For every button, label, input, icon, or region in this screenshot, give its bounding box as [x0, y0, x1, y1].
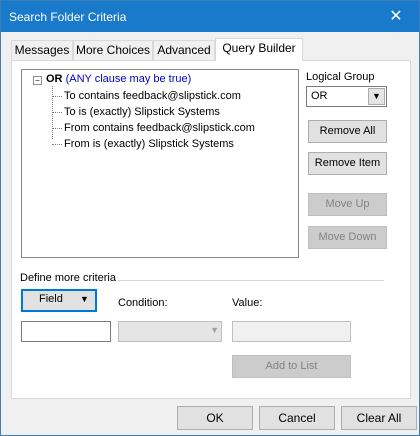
condition-label: Condition: [118, 297, 168, 309]
window-title: Search Folder Criteria [9, 10, 127, 24]
root-description: (ANY clause may be true) [65, 73, 192, 85]
tree-item-label: From is (exactly) Slipstick Systems [64, 138, 234, 150]
title-bar: Search Folder Criteria ✕ [1, 1, 419, 32]
logical-group-select[interactable]: OR ▼ [306, 86, 387, 107]
value-input[interactable] [232, 321, 351, 342]
remove-item-button[interactable]: Remove Item [308, 152, 387, 175]
cancel-button[interactable]: Cancel [259, 406, 335, 430]
logical-group-value: OR [311, 90, 328, 102]
search-folder-criteria-dialog: Search Folder Criteria ✕ Messages More C… [0, 0, 420, 436]
tree-item-label: To is (exactly) Slipstick Systems [64, 106, 220, 118]
chevron-down-icon: ▼ [210, 325, 219, 335]
root-operator: OR [46, 73, 63, 85]
tree-item[interactable]: From contains feedback@slipstick.com [52, 122, 255, 134]
clear-all-button[interactable]: Clear All [341, 406, 417, 430]
field-input[interactable] [21, 321, 111, 342]
tree-item[interactable]: From is (exactly) Slipstick Systems [52, 138, 234, 150]
close-icon[interactable]: ✕ [373, 1, 419, 32]
move-up-button[interactable]: Move Up [308, 193, 387, 216]
tab-more-choices[interactable]: More Choices [73, 40, 153, 60]
condition-select[interactable]: ▼ [118, 321, 222, 342]
logical-group-label: Logical Group [306, 71, 375, 83]
ok-button[interactable]: OK [177, 406, 253, 430]
field-button-label: Field [39, 293, 63, 305]
tab-query-builder[interactable]: Query Builder [215, 38, 303, 61]
tree-item[interactable]: To is (exactly) Slipstick Systems [52, 106, 220, 118]
criteria-tree[interactable]: − OR (ANY clause may be true) To contain… [21, 69, 299, 258]
tree-item[interactable]: To contains feedback@slipstick.com [52, 90, 241, 102]
tree-item-label: From contains feedback@slipstick.com [64, 122, 255, 134]
move-down-button[interactable]: Move Down [308, 226, 387, 249]
define-criteria-label: Define more criteria [20, 272, 116, 284]
triangle-down-icon: ▼ [80, 294, 89, 304]
tab-advanced[interactable]: Advanced [153, 40, 215, 60]
add-to-list-button[interactable]: Add to List [232, 355, 351, 378]
group-divider [118, 280, 384, 281]
chevron-down-icon: ▼ [368, 88, 385, 105]
field-dropdown-button[interactable]: Field ▼ [21, 289, 97, 312]
tree-item-label: To contains feedback@slipstick.com [64, 90, 241, 102]
remove-all-button[interactable]: Remove All [308, 120, 387, 143]
collapse-icon[interactable]: − [33, 76, 42, 85]
tree-root-or[interactable]: OR (ANY clause may be true) [46, 73, 191, 85]
tab-messages[interactable]: Messages [11, 40, 73, 60]
query-builder-panel: − OR (ANY clause may be true) To contain… [11, 60, 411, 399]
value-label: Value: [232, 297, 263, 309]
